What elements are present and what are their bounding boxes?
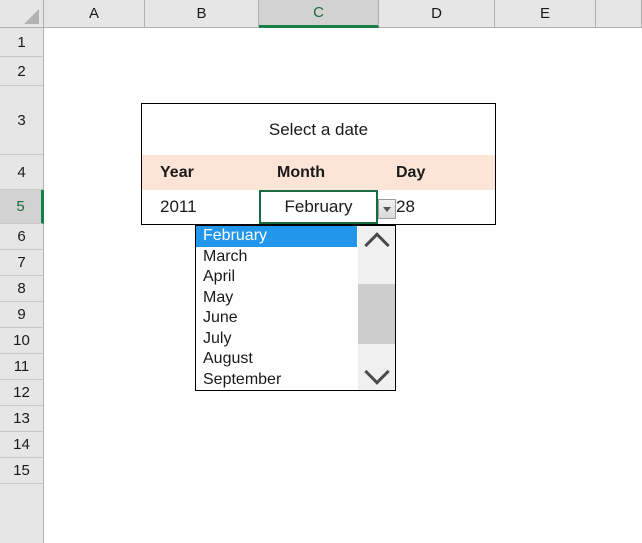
- cell-year-value[interactable]: 2011: [142, 190, 259, 224]
- dropdown-option[interactable]: April: [196, 267, 357, 288]
- scroll-up-button[interactable]: [358, 226, 395, 258]
- panel-header-row: Year Month Day: [142, 155, 495, 190]
- select-all-triangle-icon: [24, 9, 39, 24]
- dropdown-option[interactable]: September: [196, 370, 357, 391]
- select-date-panel: Select a date Year Month Day 2011 Februa…: [141, 103, 496, 225]
- dropdown-options-container[interactable]: February March April May June July August Septe…: [196, 226, 358, 391]
- dropdown-option[interactable]: July: [196, 329, 357, 350]
- dropdown-option[interactable]: March: [196, 247, 357, 268]
- row-header-1[interactable]: 1: [0, 28, 43, 57]
- dropdown-option[interactable]: August: [196, 349, 357, 370]
- row-header-15[interactable]: 15: [0, 458, 43, 484]
- scrollbar-thumb[interactable]: [358, 284, 395, 344]
- column-header-d[interactable]: D: [379, 0, 495, 27]
- column-header-day: Day: [396, 163, 426, 181]
- column-header-strip: ABCDE: [44, 0, 642, 28]
- chevron-down-icon: [363, 358, 390, 385]
- column-header-b[interactable]: B: [145, 0, 259, 27]
- row-header-4[interactable]: 4: [0, 155, 43, 190]
- row-header-5[interactable]: 5: [0, 190, 44, 224]
- row-header-11[interactable]: 11: [0, 354, 43, 380]
- column-header-year: Year: [160, 163, 194, 181]
- month-dropdown-toggle-button[interactable]: [378, 199, 396, 219]
- row-header-14[interactable]: 14: [0, 432, 43, 458]
- cell-month-value[interactable]: February: [259, 190, 378, 224]
- row-header-strip: 1 2 3 4 5 6 7 8 9 10 11 12 13 14 15: [0, 28, 44, 543]
- column-header-partial[interactable]: [596, 0, 642, 27]
- row-header-12[interactable]: 12: [0, 380, 43, 406]
- row-header-6[interactable]: 6: [0, 224, 43, 250]
- dropdown-scrollbar[interactable]: [357, 226, 395, 390]
- row-header-3[interactable]: 3: [0, 86, 43, 155]
- row-header-7[interactable]: 7: [0, 250, 43, 276]
- dropdown-option[interactable]: June: [196, 308, 357, 329]
- dropdown-option[interactable]: February: [196, 226, 358, 247]
- month-dropdown-list[interactable]: February March April May June July August Septe…: [195, 225, 396, 391]
- column-header-e[interactable]: E: [495, 0, 596, 27]
- row-header-8[interactable]: 8: [0, 276, 43, 302]
- scroll-down-button[interactable]: [358, 358, 395, 390]
- column-header-month: Month: [277, 163, 325, 181]
- row-header-2[interactable]: 2: [0, 57, 43, 86]
- chevron-down-icon: [383, 206, 391, 212]
- row-header-10[interactable]: 10: [0, 328, 43, 354]
- dropdown-option[interactable]: May: [196, 288, 357, 309]
- column-header-c[interactable]: C: [259, 0, 379, 28]
- excel-worksheet-window: ABCDE 1 2 3 4 5 6 7 8 9 10 11 12 13 14 15 Select a dat…: [0, 0, 642, 543]
- panel-value-row: 2011 February 28: [142, 190, 495, 224]
- row-header-13[interactable]: 13: [0, 406, 43, 432]
- select-all-corner-button[interactable]: [0, 0, 44, 28]
- chevron-up-icon: [363, 231, 390, 258]
- panel-title: Select a date: [142, 104, 495, 155]
- column-header-a[interactable]: A: [44, 0, 145, 27]
- row-header-9[interactable]: 9: [0, 302, 43, 328]
